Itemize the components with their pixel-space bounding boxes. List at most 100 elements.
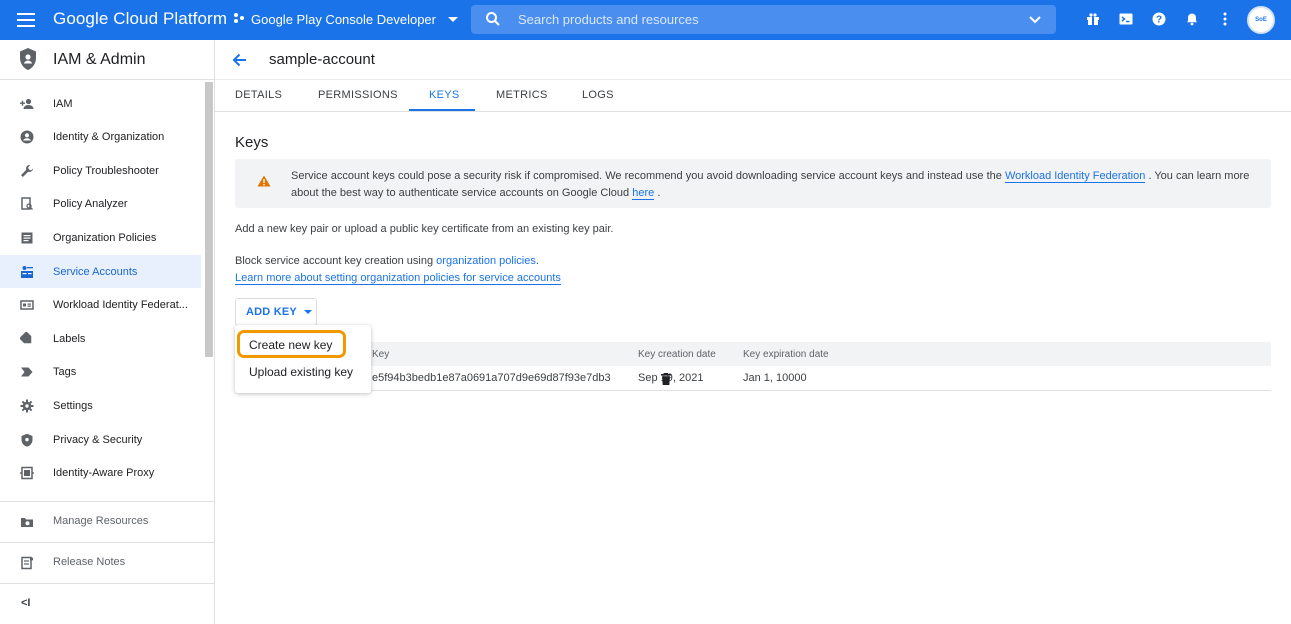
key-id: e5f94b3bedb1e87a0691a707d9e69d87f93e7db3	[372, 372, 611, 384]
list-icon	[20, 231, 34, 245]
warning-text-part: .	[657, 187, 661, 199]
sidebar-item-label: Policy Analyzer	[53, 198, 128, 211]
collapse-sidebar-icon[interactable]: <I	[21, 597, 30, 609]
proxy-icon	[20, 466, 34, 480]
document-search-icon	[20, 197, 34, 211]
sidebar-item-labels[interactable]: Labels	[0, 322, 201, 355]
tab-metrics[interactable]: METRICS	[496, 89, 548, 101]
sidebar-item-release-notes[interactable]: Release Notes	[0, 543, 214, 583]
sidebar-item-settings[interactable]: Settings	[0, 389, 201, 422]
folder-settings-icon	[21, 518, 33, 527]
sidebar-item-label: IAM	[53, 97, 73, 110]
page-title: sample-account	[269, 51, 375, 68]
gift-icon[interactable]	[1084, 10, 1102, 28]
more-vert-icon[interactable]	[1216, 10, 1234, 28]
tag-icon	[20, 365, 34, 379]
sidebar-item-iam[interactable]: IAM	[0, 87, 201, 120]
add-key-button[interactable]: ADD KEY	[235, 298, 317, 326]
chevron-down-icon[interactable]	[1028, 13, 1042, 27]
main-content: sample-account DETAILS PERMISSIONS KEYS …	[215, 40, 1291, 624]
add-key-menu: Create new key Upload existing key	[235, 325, 371, 393]
section-heading: Keys	[235, 134, 269, 151]
sidebar-item-organization-policies[interactable]: Organization Policies	[0, 221, 201, 254]
menu-item-label: Upload existing key	[249, 365, 354, 379]
sidebar-scrollbar[interactable]	[205, 82, 213, 357]
delete-icon[interactable]	[661, 373, 671, 385]
search-box[interactable]: Search products and resources	[471, 5, 1056, 34]
wrench-icon	[20, 164, 34, 178]
sidebar-item-policy-analyzer[interactable]: Policy Analyzer	[0, 188, 201, 221]
search-icon	[486, 12, 500, 26]
sidebar-item-privacy-security[interactable]: Privacy & Security	[0, 423, 201, 456]
label-icon	[20, 331, 34, 346]
active-tab-indicator	[409, 109, 475, 111]
sidebar-item-label: Identity & Organization	[53, 131, 165, 144]
account-circle-icon	[20, 130, 34, 144]
key-expiration-date: Jan 1, 10000	[743, 372, 807, 384]
sidebar-item-label: Policy Troubleshooter	[53, 164, 159, 177]
person-add-icon	[20, 97, 34, 111]
project-name: Google Play Console Developer	[251, 12, 436, 27]
column-header-key: Key	[372, 349, 390, 360]
menu-item-upload-existing-key[interactable]: Upload existing key	[235, 360, 371, 386]
warning-banner: Service account keys could pose a securi…	[235, 159, 1271, 208]
tab-logs[interactable]: LOGS	[582, 89, 614, 101]
help-icon[interactable]: ?	[1150, 10, 1168, 28]
sidebar-item-manage-resources[interactable]: Manage Resources	[0, 502, 214, 542]
tab-details[interactable]: DETAILS	[235, 89, 282, 101]
sidebar-item-label: Settings	[53, 399, 93, 412]
organization-policies-link[interactable]: organization policies	[436, 255, 536, 267]
sidebar-item-identity-aware-proxy[interactable]: Identity-Aware Proxy	[0, 457, 201, 490]
menu-icon[interactable]	[17, 13, 35, 27]
service-account-icon	[20, 265, 34, 279]
workload-identity-link[interactable]: Workload Identity Federation	[1004, 170, 1146, 183]
sidebar-item-label: Release Notes	[53, 556, 126, 568]
learn-more-link[interactable]: Learn more about setting organization po…	[235, 272, 561, 285]
project-icon	[233, 12, 245, 27]
sidebar-item-workload-identity-federat[interactable]: Workload Identity Federat...	[0, 289, 201, 322]
svg-text:?: ?	[1156, 15, 1162, 26]
gear-icon	[20, 399, 34, 413]
chevron-down-icon	[448, 17, 458, 22]
notes-icon	[21, 556, 34, 570]
back-arrow-icon[interactable]	[232, 52, 248, 68]
block-period: .	[535, 255, 539, 267]
avatar-text: SoE	[1255, 17, 1267, 23]
sidebar-title: IAM & Admin	[53, 51, 146, 68]
tab-keys[interactable]: KEYS	[429, 89, 460, 101]
sidebar-item-label: Service Accounts	[53, 265, 138, 278]
sidebar: IAM & Admin IAM Identity & Organization Po…	[0, 40, 215, 624]
sidebar-item-label: Identity-Aware Proxy	[53, 467, 155, 480]
sidebar-item-service-accounts[interactable]: Service Accounts	[0, 255, 201, 288]
tab-bar: DETAILS PERMISSIONS KEYS METRICS LOGS	[215, 81, 1291, 112]
sidebar-item-identity-organization[interactable]: Identity & Organization	[0, 121, 201, 154]
id-card-icon	[20, 298, 34, 312]
shield-icon	[20, 433, 34, 447]
warning-text: Service account keys could pose a securi…	[291, 168, 1251, 202]
avatar[interactable]: SoE	[1247, 6, 1275, 34]
brand-title[interactable]: Google Cloud Platform	[53, 9, 227, 29]
tab-permissions[interactable]: PERMISSIONS	[318, 89, 398, 101]
org-policy-text: Block service account key creation using…	[235, 253, 561, 287]
bell-icon[interactable]	[1183, 10, 1201, 28]
sidebar-item-label: Labels	[53, 332, 86, 345]
block-text: Block service account key creation using	[235, 255, 434, 267]
add-key-help-text: Add a new key pair or upload a public ke…	[235, 223, 614, 235]
table-header: Key Key creation date Key expiration dat…	[235, 342, 1271, 366]
divider	[0, 583, 214, 584]
terminal-icon[interactable]	[1117, 10, 1135, 28]
sidebar-item-tags[interactable]: Tags	[0, 356, 201, 389]
sidebar-item-policy-troubleshooter[interactable]: Policy Troubleshooter	[0, 154, 201, 187]
highlight-outline	[237, 330, 346, 358]
sidebar-item-label: Workload Identity Federat...	[53, 299, 188, 312]
sidebar-item-label: Manage Resources	[53, 515, 149, 527]
table-row: e5f94b3bedb1e87a0691a707d9e69d87f93e7db3…	[235, 366, 1271, 391]
here-link[interactable]: here	[632, 187, 655, 200]
warning-icon	[257, 175, 271, 187]
top-app-bar: Google Cloud Platform Google Play Consol…	[0, 0, 1291, 40]
sidebar-item-label: Privacy & Security	[53, 433, 143, 446]
column-header-creation-date: Key creation date	[638, 349, 716, 360]
sidebar-item-label: Tags	[53, 366, 77, 379]
shield-icon	[20, 48, 36, 70]
project-selector[interactable]: Google Play Console Developer	[233, 12, 458, 27]
